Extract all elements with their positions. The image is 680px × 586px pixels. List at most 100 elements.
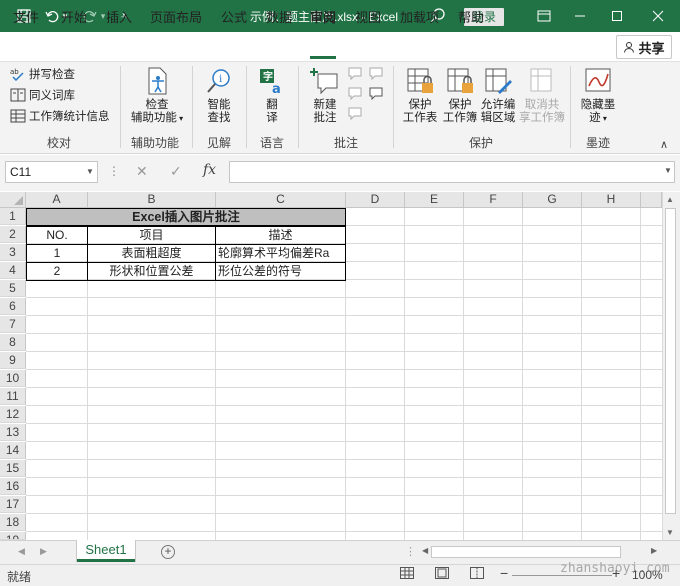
- tab-home[interactable]: 开始: [61, 7, 87, 26]
- row-header[interactable]: 4: [0, 262, 26, 279]
- column-header-d[interactable]: D: [346, 192, 405, 208]
- show-comments-icon[interactable]: [368, 66, 384, 83]
- grid-line: [581, 208, 582, 540]
- name-box[interactable]: C11: [5, 161, 98, 183]
- sheet-tab-sheet1[interactable]: Sheet1: [77, 540, 135, 562]
- page-break-view-icon[interactable]: [470, 567, 486, 581]
- tab-page-layout[interactable]: 页面布局: [150, 7, 202, 26]
- row-header[interactable]: 16: [0, 478, 26, 495]
- previous-comment-icon[interactable]: [347, 86, 363, 103]
- close-icon[interactable]: [638, 0, 678, 32]
- scroll-left-icon[interactable]: ◀: [422, 546, 428, 555]
- tab-review[interactable]: 审阅: [310, 7, 336, 26]
- share-icon: [624, 42, 635, 53]
- zoom-out-icon[interactable]: −: [500, 565, 508, 581]
- protect-workbook-button[interactable]: 保护 工作簿: [440, 66, 480, 125]
- unshare-workbook-button[interactable]: 取消共 享工作簿: [519, 66, 565, 125]
- row-header[interactable]: 11: [0, 388, 26, 405]
- hide-ink-line2: 迹: [589, 112, 601, 124]
- hide-ink-button[interactable]: 隐藏墨 迹 ▾: [578, 66, 618, 125]
- column-header-h[interactable]: H: [582, 192, 641, 208]
- column-header-f[interactable]: F: [464, 192, 523, 208]
- undo-icon[interactable]: [42, 6, 62, 26]
- row-header[interactable]: 6: [0, 298, 26, 315]
- new-comment-button[interactable]: 新建 批注: [305, 66, 345, 125]
- table-cell[interactable]: 形状和位置公差: [88, 263, 215, 280]
- next-comment-icon[interactable]: [347, 106, 363, 123]
- row-header[interactable]: 19: [0, 532, 26, 540]
- tab-formulas[interactable]: 公式: [221, 7, 247, 26]
- scroll-up-icon[interactable]: ▲: [666, 195, 674, 204]
- cancel-entry-icon[interactable]: ✕: [136, 163, 148, 180]
- show-all-comments-icon[interactable]: [368, 86, 384, 103]
- insert-function-button[interactable]: fx: [203, 162, 216, 178]
- row-header[interactable]: 17: [0, 496, 26, 513]
- table-cell[interactable]: 形位公差的符号: [218, 263, 345, 280]
- row-header[interactable]: 18: [0, 514, 26, 531]
- horizontal-scroll-thumb[interactable]: [431, 546, 621, 558]
- translate-button[interactable]: 字a 翻 译: [252, 66, 292, 125]
- collapse-ribbon-icon[interactable]: ∧: [660, 138, 668, 151]
- header-cell-item[interactable]: 项目: [88, 227, 215, 244]
- next-sheet-icon[interactable]: ▶: [40, 546, 47, 557]
- formula-bar-grip-icon[interactable]: ⋮: [108, 164, 120, 178]
- check-accessibility-button[interactable]: 检查 辅助功能 ▾: [127, 66, 187, 125]
- tab-view[interactable]: 视图: [355, 7, 381, 26]
- tab-help[interactable]: 帮助: [458, 7, 484, 26]
- column-header-g[interactable]: G: [523, 192, 582, 208]
- row-header[interactable]: 3: [0, 244, 26, 261]
- minimize-icon[interactable]: [560, 0, 600, 32]
- previous-sheet-icon[interactable]: ◀: [18, 546, 25, 557]
- column-header-partial[interactable]: [641, 192, 662, 208]
- row-header[interactable]: 5: [0, 280, 26, 297]
- tab-data[interactable]: 数据: [266, 7, 292, 26]
- maximize-icon[interactable]: [597, 0, 637, 32]
- row-header[interactable]: 8: [0, 334, 26, 351]
- row-header[interactable]: 1: [0, 208, 26, 225]
- spell-check-button[interactable]: ab 拼写检查: [10, 66, 75, 82]
- row-header[interactable]: 10: [0, 370, 26, 387]
- name-box-dropdown-icon[interactable]: ▼: [86, 167, 94, 176]
- scroll-right-icon[interactable]: ▶: [651, 546, 657, 555]
- normal-view-icon[interactable]: [400, 567, 416, 581]
- vertical-scroll-thumb[interactable]: [665, 208, 676, 514]
- row-header[interactable]: 13: [0, 424, 26, 441]
- column-header-b[interactable]: B: [88, 192, 216, 208]
- row-header[interactable]: 7: [0, 316, 26, 333]
- tab-add-ins[interactable]: 加载项: [400, 7, 439, 26]
- tab-insert[interactable]: 插入: [106, 7, 132, 26]
- confirm-entry-icon[interactable]: ✓: [170, 163, 182, 180]
- table-cell[interactable]: 轮廓算术平均偏差Ra: [218, 245, 345, 262]
- tab-file[interactable]: 文件: [13, 7, 39, 26]
- share-button[interactable]: 共享: [616, 35, 672, 59]
- header-cell-no[interactable]: NO.: [27, 227, 87, 244]
- workbook-statistics-button[interactable]: 工作簿统计信息: [10, 108, 110, 124]
- scroll-down-icon[interactable]: ▼: [666, 528, 674, 537]
- ribbon-display-options-icon[interactable]: [524, 0, 564, 32]
- row-header[interactable]: 2: [0, 226, 26, 243]
- column-header-e[interactable]: E: [405, 192, 464, 208]
- table-cell[interactable]: 1: [27, 245, 87, 262]
- column-header-a[interactable]: A: [26, 192, 88, 208]
- row-header[interactable]: 12: [0, 406, 26, 423]
- header-cell-description[interactable]: 描述: [216, 227, 345, 244]
- tab-splitter-icon[interactable]: ⋮: [405, 545, 416, 558]
- row-header[interactable]: 15: [0, 460, 26, 477]
- table-title-cell[interactable]: Excel插入图片批注: [26, 208, 346, 226]
- table-cell[interactable]: 表面粗超度: [88, 245, 215, 262]
- page-layout-view-icon[interactable]: [435, 567, 451, 581]
- delete-comment-icon[interactable]: [347, 66, 363, 83]
- add-sheet-icon[interactable]: +: [161, 545, 175, 559]
- smart-lookup-button[interactable]: i 智能 查找: [198, 66, 240, 125]
- column-header-c[interactable]: C: [216, 192, 346, 208]
- row-header[interactable]: 14: [0, 442, 26, 459]
- allow-edit-ranges-icon: [485, 68, 512, 94]
- table-cell[interactable]: 2: [27, 263, 87, 280]
- expand-formula-bar-icon[interactable]: ▼: [664, 166, 672, 175]
- allow-edit-ranges-button[interactable]: 允许编 辑区域: [478, 66, 518, 125]
- formula-input[interactable]: [229, 161, 675, 183]
- thesaurus-button[interactable]: 同义词库: [10, 87, 75, 103]
- row-header[interactable]: 9: [0, 352, 26, 369]
- accessibility-icon: [148, 67, 167, 95]
- protect-sheet-button[interactable]: 保护 工作表: [400, 66, 440, 125]
